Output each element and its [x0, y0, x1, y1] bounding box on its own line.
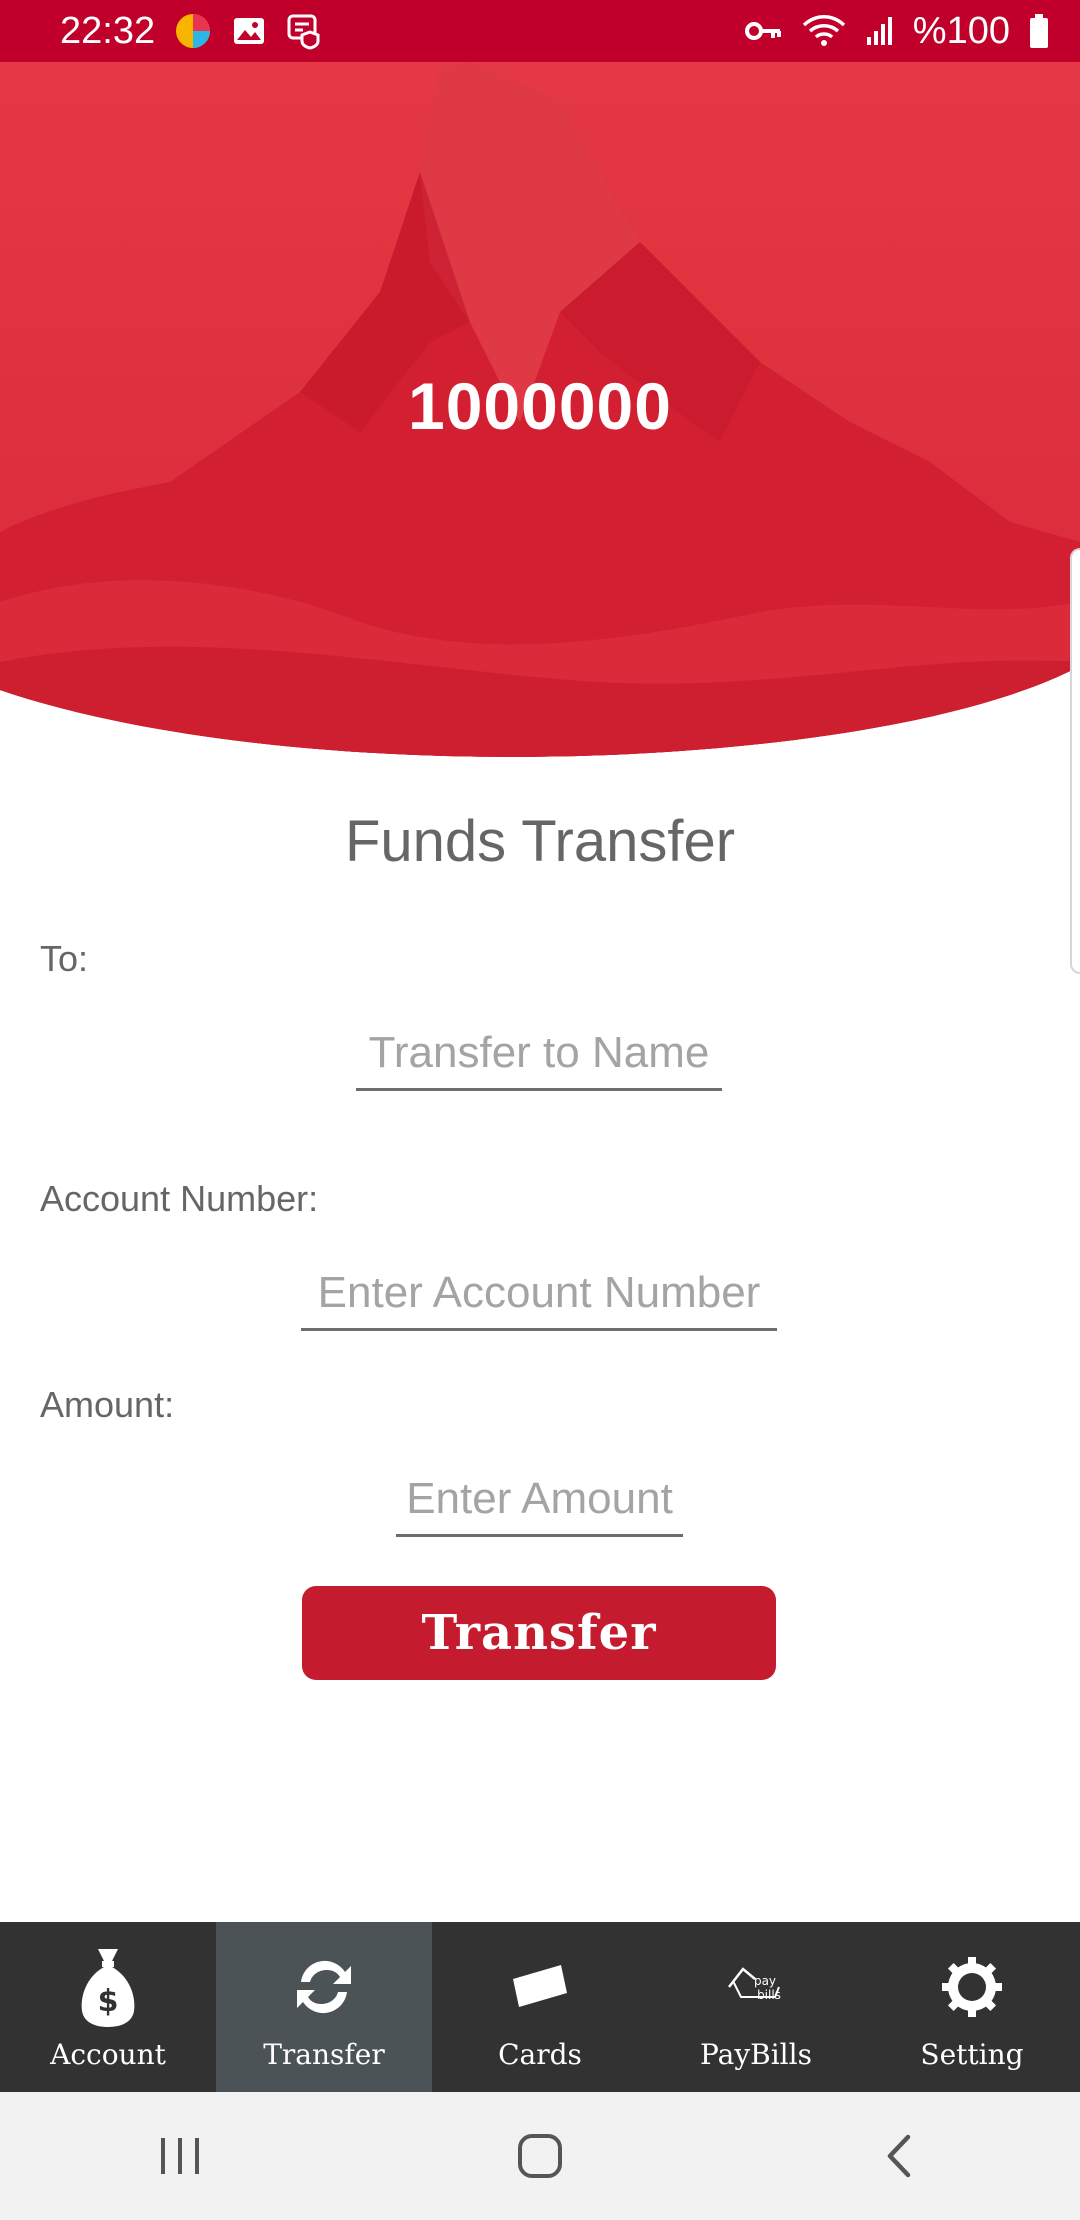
- home-icon: [518, 2134, 562, 2178]
- recent-apps-icon: [161, 2138, 199, 2174]
- back-button[interactable]: [840, 2116, 960, 2196]
- nav-item-account[interactable]: $ Account: [0, 1922, 216, 2092]
- account-number-label: Account Number:: [40, 1178, 319, 1219]
- refresh-icon: [291, 1944, 357, 2030]
- account-balance: 1000000: [408, 369, 672, 443]
- app-icon: [173, 11, 213, 51]
- nav-item-paybills[interactable]: pay bills PayBills: [648, 1922, 864, 2092]
- amount-label: Amount:: [40, 1384, 175, 1425]
- system-nav-bar: [0, 2092, 1080, 2220]
- status-right: %100: [743, 10, 1050, 53]
- nav-label-transfer: Transfer: [263, 2037, 385, 2071]
- nav-label-account: Account: [50, 2037, 166, 2071]
- status-left: 22:32: [60, 10, 323, 53]
- vpn-key-icon: [743, 16, 783, 46]
- transfer-name-input[interactable]: [356, 1028, 722, 1091]
- edge-panel-handle[interactable]: [1070, 548, 1080, 974]
- nav-label-paybills: PayBills: [700, 2037, 812, 2071]
- nav-item-setting[interactable]: Setting: [864, 1922, 1080, 2092]
- home-button[interactable]: [480, 2116, 600, 2196]
- battery-percentage: %100: [912, 9, 1010, 52]
- balance-header: 1000000: [0, 62, 1080, 762]
- gear-icon: [940, 1944, 1004, 2030]
- nav-item-cards[interactable]: Cards: [432, 1922, 648, 2092]
- nav-label-cards: Cards: [498, 2037, 582, 2071]
- nav-item-transfer[interactable]: Transfer: [216, 1922, 432, 2092]
- card-icon: [507, 1944, 573, 2030]
- page-title: Funds Transfer: [344, 809, 736, 874]
- bottom-nav: $ Account Transfer Cards pay bills PayBi…: [0, 1922, 1080, 2092]
- status-bar: 22:32 %100: [0, 0, 1080, 62]
- signal-icon: [865, 15, 895, 47]
- to-label: To:: [40, 938, 89, 979]
- paybills-icon: pay bills: [721, 1944, 791, 2030]
- battery-icon: [1028, 13, 1050, 49]
- money-bag-icon: $: [76, 1944, 140, 2030]
- status-time: 22:32: [60, 9, 156, 52]
- image-icon: [231, 13, 267, 49]
- amount-input[interactable]: [396, 1474, 683, 1537]
- svg-text:pay: pay: [754, 1974, 776, 1988]
- svg-text:$: $: [98, 1984, 119, 2019]
- wifi-icon: [801, 13, 847, 49]
- back-icon: [887, 2134, 911, 2178]
- transfer-button[interactable]: Transfer: [302, 1586, 776, 1680]
- svg-text:bills: bills: [757, 1988, 781, 2002]
- security-icon: [285, 12, 323, 50]
- recent-apps-button[interactable]: [120, 2116, 240, 2196]
- nav-label-setting: Setting: [920, 2037, 1024, 2071]
- account-number-input[interactable]: [301, 1268, 777, 1331]
